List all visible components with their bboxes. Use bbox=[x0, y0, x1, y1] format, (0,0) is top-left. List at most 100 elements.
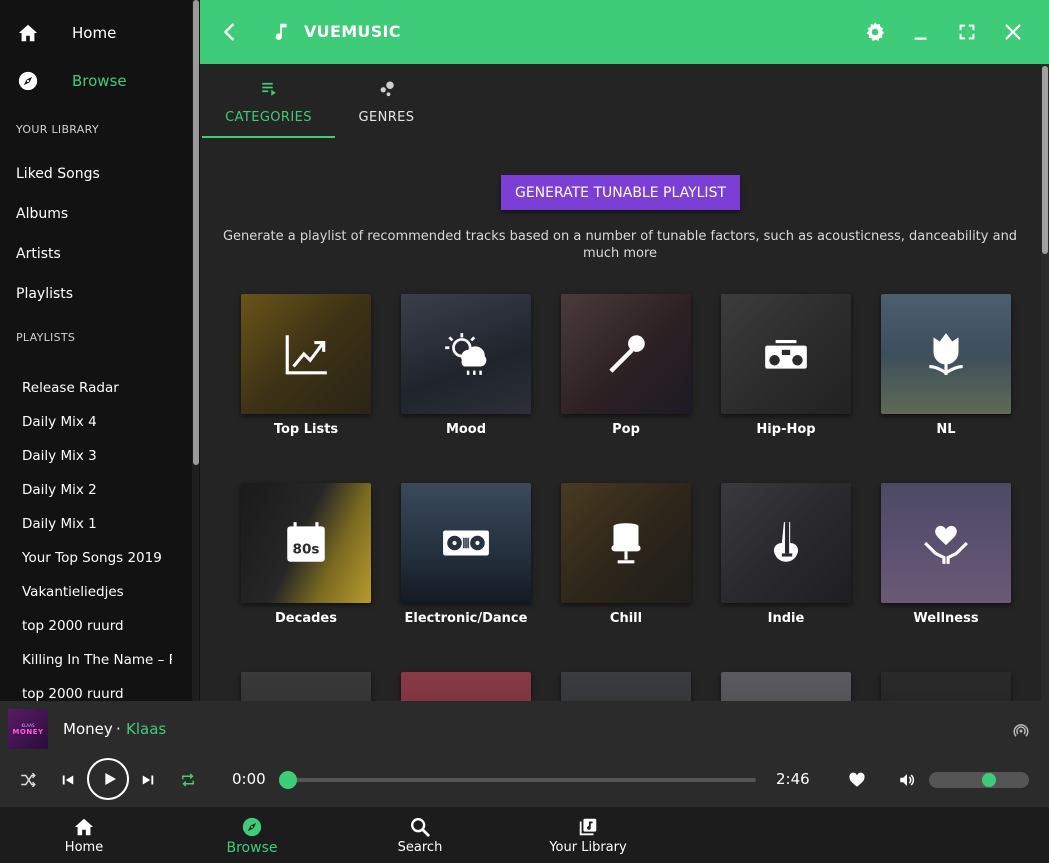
skip-forward-icon bbox=[142, 775, 154, 785]
library-icon bbox=[579, 818, 597, 836]
category-tile[interactable] bbox=[241, 672, 371, 701]
playlist-item[interactable]: Daily Mix 2 bbox=[22, 480, 172, 514]
seek-bar[interactable] bbox=[288, 778, 756, 782]
bottom-nav: Home Browse Search Your Library bbox=[0, 807, 1049, 863]
music-note-icon bbox=[270, 20, 294, 44]
sidebar: Home Browse YOUR LIBRARY Liked Songs Alb… bbox=[0, 0, 200, 701]
tulip-icon bbox=[929, 333, 963, 375]
browse-content: CATEGORIES GENRES GENERATE TUNABLE PLAYL… bbox=[200, 64, 1041, 701]
category-nl[interactable]: NL bbox=[881, 294, 1011, 437]
minimize-button[interactable] bbox=[909, 20, 933, 44]
settings-button[interactable] bbox=[863, 20, 887, 44]
play-button[interactable] bbox=[87, 758, 129, 800]
heart-hands-icon bbox=[924, 525, 968, 564]
back-button[interactable] bbox=[218, 20, 242, 44]
sidebar-item-home[interactable]: Home bbox=[0, 13, 190, 53]
track-artist[interactable]: Klaas bbox=[126, 720, 166, 738]
next-button[interactable] bbox=[138, 770, 158, 790]
volume-icon bbox=[900, 774, 915, 786]
category-tile[interactable] bbox=[401, 672, 531, 701]
album-art[interactable]: KLAAS MONEY bbox=[8, 709, 48, 749]
playlist-item[interactable]: Your Top Songs 2019 bbox=[22, 548, 172, 582]
category-indie[interactable]: Indie bbox=[721, 483, 851, 626]
svg-text:80s: 80s bbox=[293, 541, 320, 557]
playlist-item[interactable]: Killing In The Name – R bbox=[22, 650, 172, 684]
chevron-left-icon bbox=[224, 23, 234, 41]
category-tile[interactable] bbox=[561, 672, 691, 701]
library-heading: YOUR LIBRARY bbox=[16, 123, 99, 136]
sidebar-item-playlists[interactable]: Playlists bbox=[16, 286, 73, 302]
category-pop[interactable]: Pop bbox=[561, 294, 691, 437]
repeat-button[interactable] bbox=[177, 769, 199, 791]
sidebar-item-label: Browse bbox=[72, 72, 127, 90]
content-scrollbar-thumb[interactable] bbox=[1042, 66, 1048, 254]
bottom-nav-browse[interactable]: Browse bbox=[182, 807, 322, 863]
sidebar-item-albums[interactable]: Albums bbox=[16, 206, 68, 222]
category-top-lists[interactable]: Top Lists bbox=[241, 294, 371, 437]
close-button[interactable] bbox=[1001, 20, 1025, 44]
playlist-list: Release Radar Daily Mix 4 Daily Mix 3 Da… bbox=[22, 378, 172, 701]
chart-icon bbox=[285, 335, 327, 375]
category-image bbox=[561, 672, 691, 701]
connect-device-button[interactable] bbox=[1010, 720, 1032, 742]
category-label: Pop bbox=[612, 422, 640, 437]
category-tile[interactable] bbox=[881, 672, 1011, 701]
calendar-80s-icon: 80s bbox=[287, 522, 325, 562]
bottom-nav-label: Home bbox=[64, 840, 104, 855]
guitar-icon bbox=[773, 522, 799, 562]
repeat-icon bbox=[182, 773, 194, 787]
tab-genres[interactable]: GENRES bbox=[335, 64, 438, 138]
shuffle-icon bbox=[21, 772, 36, 788]
volume-button[interactable] bbox=[896, 769, 918, 791]
bottom-nav-search[interactable]: Search bbox=[350, 807, 490, 863]
category-tile[interactable] bbox=[721, 672, 851, 701]
category-wellness[interactable]: Wellness bbox=[881, 483, 1011, 626]
playlist-item[interactable]: Daily Mix 3 bbox=[22, 446, 172, 480]
playlist-item[interactable]: Daily Mix 4 bbox=[22, 412, 172, 446]
bottom-nav-library[interactable]: Your Library bbox=[518, 807, 658, 863]
player-bar: KLAAS MONEY Money · Klaas 0:00 2:46 bbox=[0, 701, 1049, 807]
category-label: Wellness bbox=[913, 611, 979, 626]
playlist-item[interactable]: top 2000 ruurd bbox=[22, 684, 172, 701]
category-image bbox=[881, 294, 1011, 414]
maximize-button[interactable] bbox=[955, 20, 979, 44]
tab-label: GENRES bbox=[358, 110, 415, 125]
category-mood[interactable]: Mood bbox=[401, 294, 531, 437]
volume-slider[interactable] bbox=[929, 772, 1029, 788]
category-decades[interactable]: 80s Decades bbox=[241, 483, 371, 626]
play-icon bbox=[104, 773, 116, 785]
track-title: Money bbox=[63, 720, 113, 738]
playlist-icon bbox=[261, 82, 276, 96]
category-label: Electronic/Dance bbox=[404, 611, 528, 626]
generate-playlist-button[interactable]: GENERATE TUNABLE PLAYLIST bbox=[501, 175, 740, 210]
sidebar-item-liked-songs[interactable]: Liked Songs bbox=[16, 166, 100, 182]
playlist-item[interactable]: Vakantieliedjes bbox=[22, 582, 172, 616]
category-chill[interactable]: Chill bbox=[561, 483, 691, 626]
like-button[interactable] bbox=[846, 769, 868, 791]
playlist-item[interactable]: Daily Mix 1 bbox=[22, 514, 172, 548]
previous-button[interactable] bbox=[58, 770, 78, 790]
tab-categories[interactable]: CATEGORIES bbox=[202, 64, 335, 138]
category-image bbox=[561, 294, 691, 414]
playlist-item[interactable]: top 2000 ruurd bbox=[22, 616, 172, 650]
category-electronic-dance[interactable]: Electronic/Dance bbox=[401, 483, 531, 626]
dj-deck-icon bbox=[443, 530, 489, 556]
sidebar-item-browse[interactable]: Browse bbox=[0, 61, 190, 101]
current-time: 0:00 bbox=[232, 770, 266, 788]
bottom-nav-home[interactable]: Home bbox=[14, 807, 154, 863]
category-image bbox=[721, 483, 851, 603]
sidebar-scrollbar-thumb[interactable] bbox=[193, 0, 199, 465]
skip-back-icon bbox=[62, 775, 74, 785]
podcast-icon bbox=[1013, 724, 1029, 737]
sidebar-item-artists[interactable]: Artists bbox=[16, 246, 61, 262]
playlist-item[interactable]: Release Radar bbox=[22, 378, 172, 412]
content-scrollbar[interactable] bbox=[1041, 64, 1049, 701]
egg-chair-icon bbox=[611, 523, 641, 564]
shuffle-button[interactable] bbox=[18, 770, 38, 790]
sidebar-item-label: Home bbox=[72, 24, 117, 42]
app-header: VUEMUSIC bbox=[200, 0, 1049, 64]
category-image bbox=[241, 294, 371, 414]
seek-handle[interactable] bbox=[279, 771, 297, 789]
sidebar-scrollbar[interactable] bbox=[192, 0, 199, 701]
category-hip-hop[interactable]: Hip-Hop bbox=[721, 294, 851, 437]
